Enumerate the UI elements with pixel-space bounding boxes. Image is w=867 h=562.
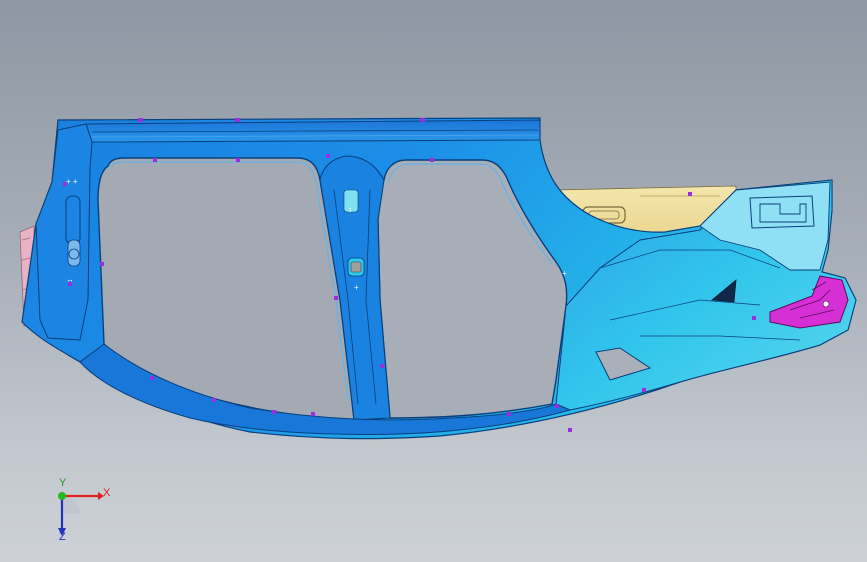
svg-text:+ +: + +	[66, 177, 78, 186]
coordinate-triad: X Y Z	[44, 477, 124, 544]
svg-text:↔: ↔	[66, 275, 74, 284]
y-axis-label: Y	[59, 477, 67, 489]
x-axis-label: X	[103, 487, 111, 499]
svg-text:+: +	[354, 283, 359, 292]
body-side-panel-model[interactable]: + + ↔ + + ↕	[0, 0, 867, 562]
triad-graphic	[58, 492, 104, 536]
svg-text:+: +	[562, 269, 567, 278]
z-axis-label: Z	[59, 531, 66, 543]
a-pillar-lower[interactable]	[35, 123, 93, 341]
3d-viewport[interactable]: + + ↔ + + ↕ X Y Z	[0, 0, 867, 562]
svg-text:↕: ↕	[348, 205, 352, 214]
